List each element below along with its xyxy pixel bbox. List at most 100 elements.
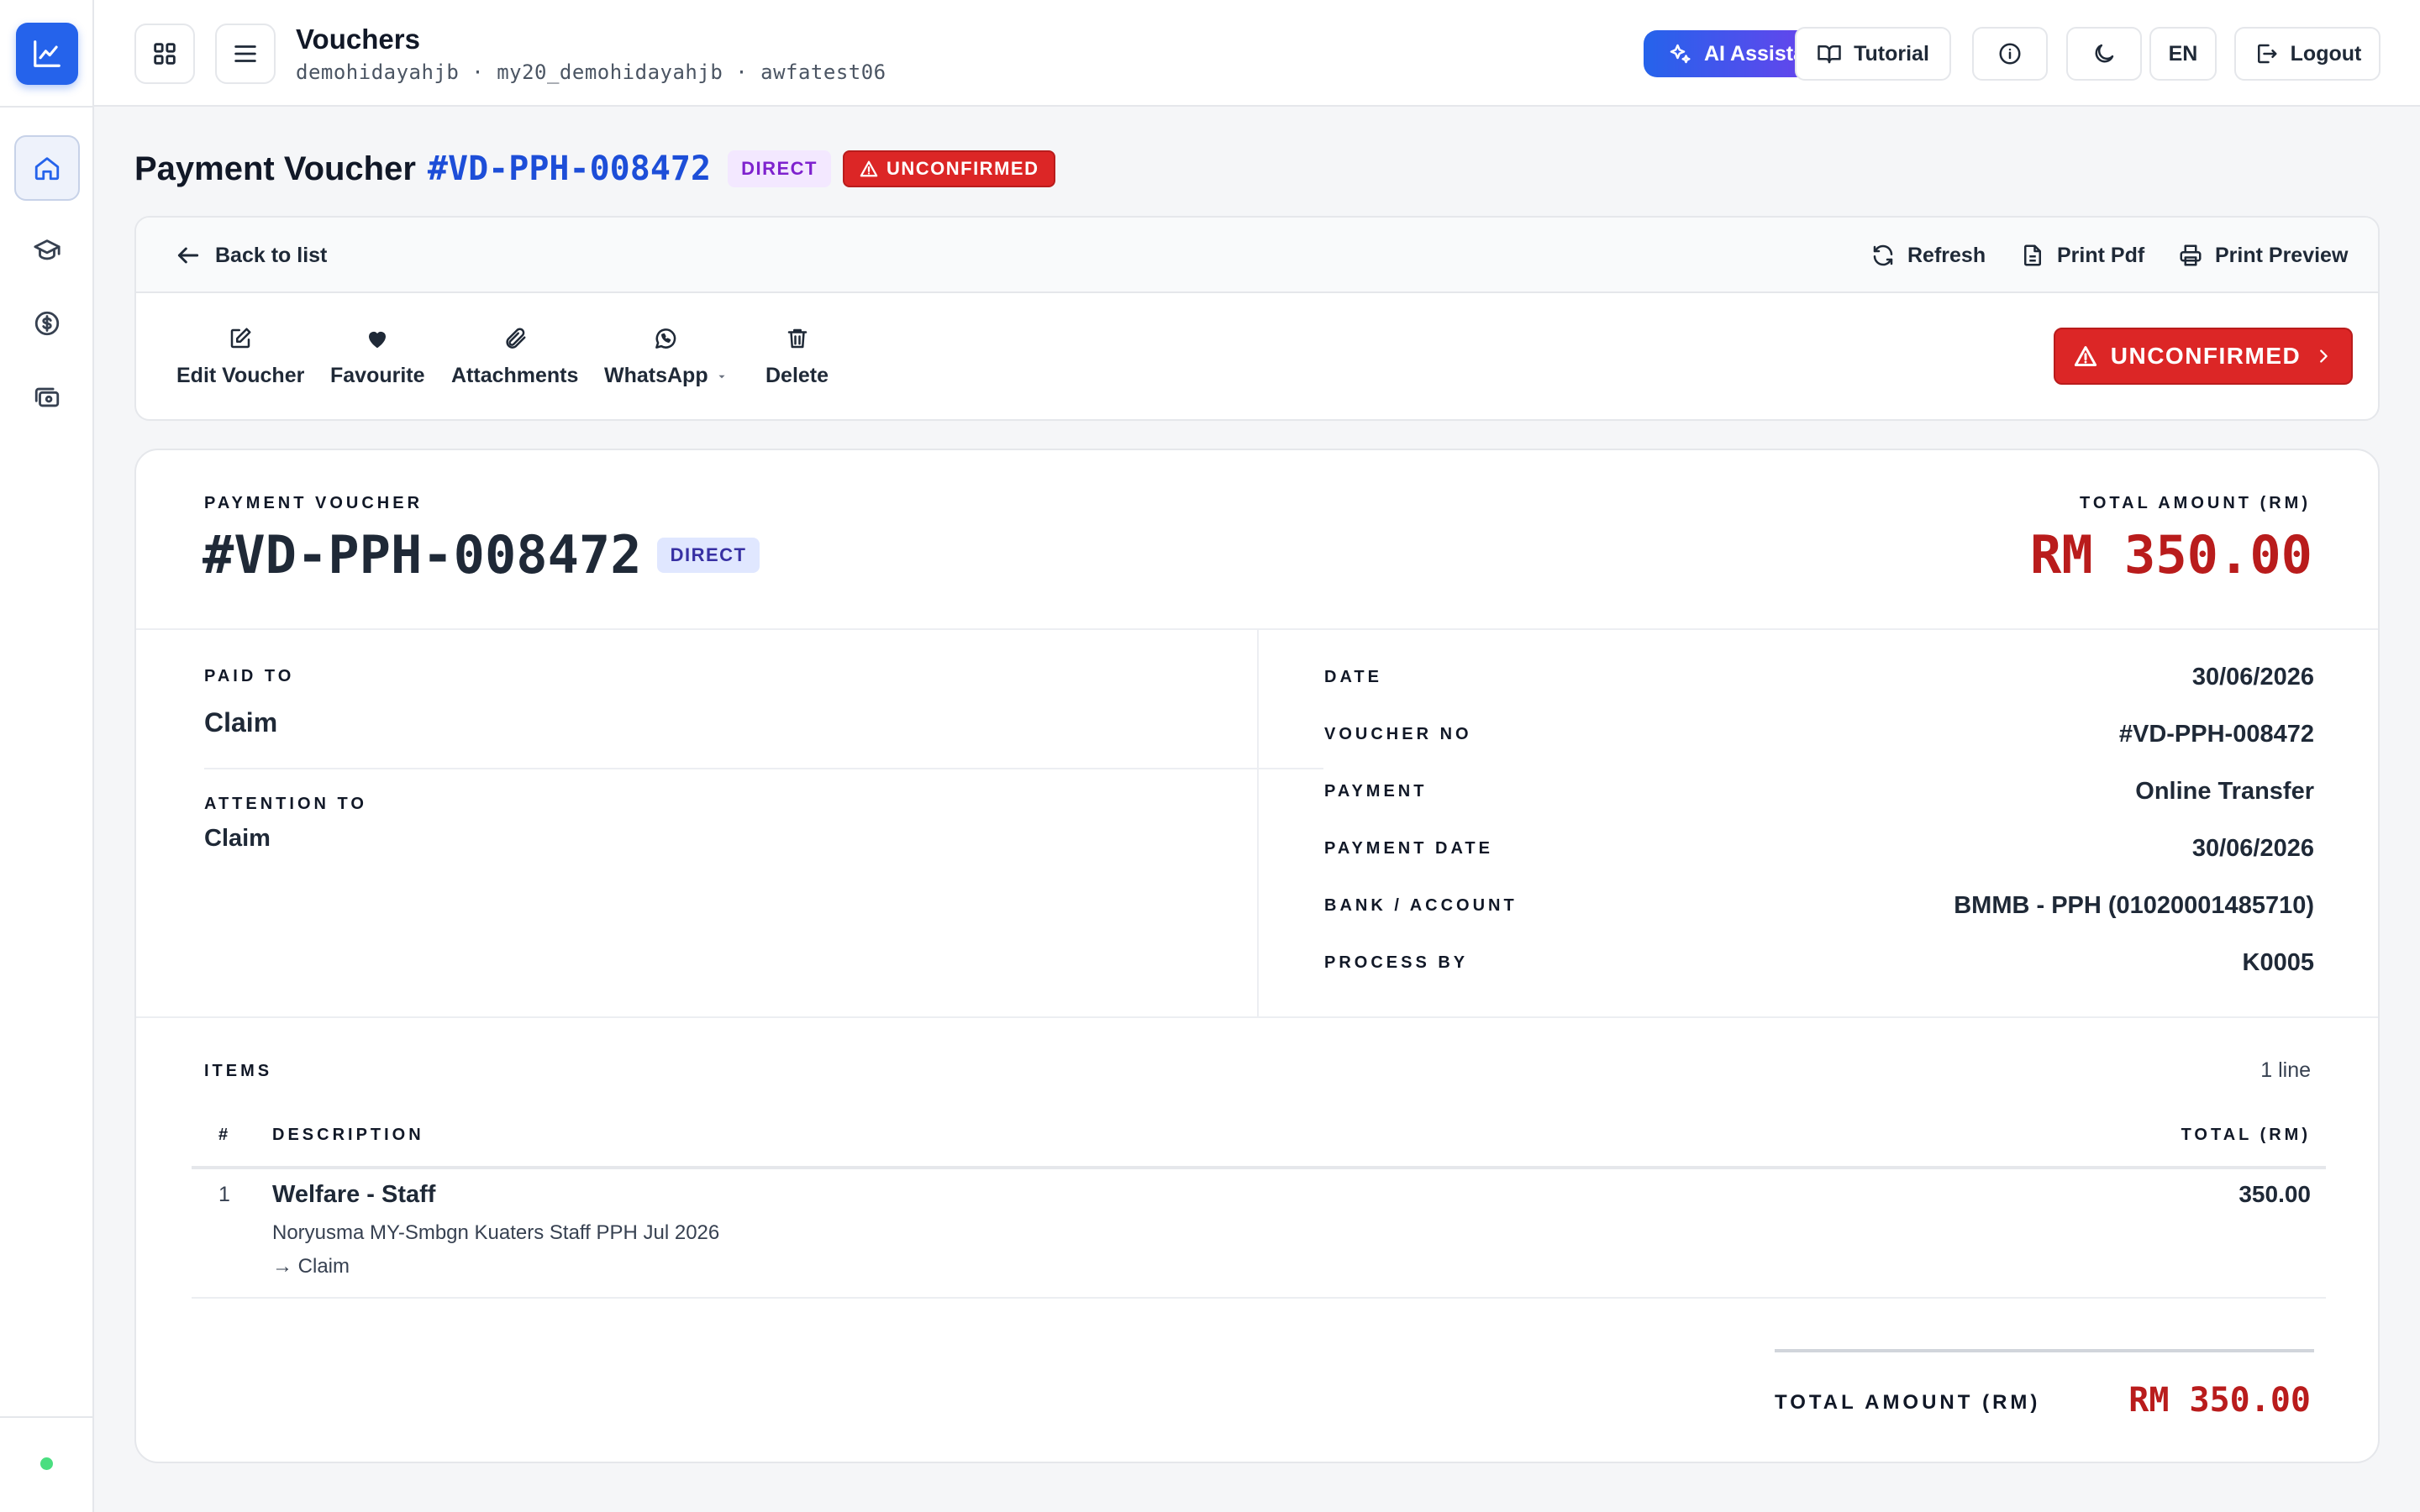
paid-to-value: Claim	[204, 707, 278, 738]
refresh-label: Refresh	[1907, 243, 1986, 267]
heart-icon	[369, 331, 387, 349]
logout-button[interactable]: Logout	[2234, 27, 2381, 81]
whatsapp-button[interactable]: WhatsApp	[604, 325, 727, 388]
whatsapp-label: WhatsApp	[604, 364, 708, 387]
page-title-voucher-id: #VD-PPH-008472	[427, 150, 712, 188]
sparkles-icon	[1670, 44, 1691, 64]
delete-button[interactable]: Delete	[765, 325, 829, 388]
details-divider	[136, 1016, 2378, 1018]
detail-value: 30/06/2026	[2191, 835, 2314, 862]
graduation-cap-icon	[34, 239, 60, 260]
summary-label: TOTAL AMOUNT (RM)	[1775, 1391, 2041, 1414]
row-title: Welfare - Staff	[272, 1181, 436, 1208]
status-action-button[interactable]: UNCONFIRMED	[2054, 328, 2353, 385]
status-badge-label: UNCONFIRMED	[886, 158, 1039, 179]
favourite-label: Favourite	[330, 364, 425, 387]
dark-mode-toggle[interactable]	[2066, 27, 2142, 81]
caret-down-icon	[718, 375, 725, 378]
edit-icon	[230, 328, 251, 349]
voucher-id: #VD-PPH-008472	[203, 524, 642, 585]
language-label: EN	[2168, 41, 2198, 66]
tutorial-label: Tutorial	[1854, 41, 1929, 66]
attention-to-label: ATTENTION TO	[204, 795, 367, 813]
detail-row-bank-account: BANK / ACCOUNT BMMB - PPH (0102000148571…	[1324, 892, 2314, 920]
detail-value: #VD-PPH-008472	[2118, 721, 2314, 748]
header-subtitle: demohidayahjb · my20_demohidayahjb · awf…	[296, 60, 886, 84]
detail-value: K0005	[2242, 949, 2314, 976]
edit-voucher-label: Edit Voucher	[176, 364, 305, 387]
attachments-button[interactable]: Attachments	[451, 325, 578, 388]
warning-triangle-icon	[2074, 346, 2096, 366]
favourite-button[interactable]: Favourite	[330, 325, 425, 388]
sidebar-item-education[interactable]	[14, 218, 80, 283]
info-button[interactable]	[1972, 27, 2048, 81]
row-total: 350.00	[2238, 1181, 2311, 1207]
paid-to-label: PAID TO	[204, 667, 295, 685]
print-preview-button[interactable]: Print Preview	[2178, 218, 2348, 293]
dollar-circle-icon	[34, 311, 60, 336]
printer-icon	[2180, 244, 2202, 266]
items-count: 1 line	[2260, 1058, 2311, 1082]
menu-toggle-button[interactable]	[215, 24, 276, 84]
book-open-icon	[1818, 45, 1841, 64]
sidebar-item-payments[interactable]	[14, 365, 80, 430]
voucher-card: PAYMENT VOUCHER #VD-PPH-008472 DIRECT TO…	[134, 449, 2380, 1463]
whatsapp-label-wrap: WhatsApp	[604, 364, 727, 388]
language-button[interactable]: EN	[2149, 27, 2217, 81]
total-amount-label: TOTAL AMOUNT (RM)	[2079, 494, 2311, 512]
cash-icon	[34, 387, 60, 407]
detail-row-date: DATE 30/06/2026	[1324, 664, 2314, 691]
attention-to-value: Claim	[204, 825, 271, 852]
warning-triangle-icon	[860, 160, 878, 177]
delete-label: Delete	[765, 364, 829, 387]
trash-icon	[787, 328, 807, 349]
print-pdf-label: Print Pdf	[2057, 243, 2145, 267]
sidebar-bottom-divider	[0, 1416, 94, 1418]
page-title: Payment Voucher #VD-PPH-008472 DIRECT UN…	[134, 150, 1056, 188]
items-label: ITEMS	[204, 1062, 273, 1080]
action-panel-toolbar: Back to list Refresh Print Pdf Print Pre…	[136, 218, 2378, 293]
info-icon	[1999, 43, 2021, 65]
detail-label: DATE	[1324, 668, 1382, 686]
chevron-right-icon	[2320, 349, 2328, 363]
print-preview-label: Print Preview	[2215, 243, 2349, 267]
column-header-number: #	[218, 1126, 232, 1144]
print-pdf-button[interactable]: Print Pdf	[2020, 218, 2144, 293]
row-number: 1	[218, 1183, 230, 1206]
refresh-icon	[1873, 244, 1893, 266]
voucher-type-badge: DIRECT	[656, 537, 760, 573]
sidebar-divider	[0, 106, 94, 108]
refresh-button[interactable]: Refresh	[1870, 218, 1986, 293]
edit-voucher-button[interactable]: Edit Voucher	[176, 325, 304, 388]
whatsapp-icon	[655, 328, 676, 349]
action-panel: Back to list Refresh Print Pdf Print Pre…	[134, 216, 2380, 421]
chart-line-icon	[34, 40, 60, 67]
type-badge: DIRECT	[728, 150, 831, 187]
paperclip-icon	[506, 328, 526, 349]
sidebar-item-home[interactable]	[14, 135, 80, 201]
detail-row-payment: PAYMENT Online Transfer	[1324, 778, 2314, 806]
voucher-type-label: PAYMENT VOUCHER	[204, 494, 424, 512]
summary-value: RM 350.00	[2128, 1381, 2311, 1420]
logout-icon	[2257, 44, 2277, 64]
status-badge: UNCONFIRMED	[842, 150, 1056, 187]
detail-row-process-by: PROCESS BY K0005	[1324, 949, 2314, 977]
status-action-label: UNCONFIRMED	[2110, 343, 2302, 369]
total-amount: RM 350.00	[2030, 524, 2312, 585]
home-icon	[34, 157, 60, 181]
sidebar-item-finance[interactable]	[14, 291, 80, 356]
detail-row-payment-date: PAYMENT DATE 30/06/2026	[1324, 835, 2314, 863]
table-header-divider	[192, 1166, 2326, 1169]
file-icon	[2024, 244, 2041, 266]
app-logo[interactable]	[16, 23, 78, 85]
apps-grid-button[interactable]	[134, 24, 195, 84]
detail-value: BMMB - PPH (01020001485710)	[1954, 892, 2314, 919]
online-status-dot	[40, 1457, 53, 1470]
row-note: → Claim	[272, 1255, 350, 1278]
detail-label: PROCESS BY	[1324, 953, 1469, 972]
back-to-list-link[interactable]: Back to list	[175, 218, 327, 293]
detail-row-voucher-no: VOUCHER NO #VD-PPH-008472	[1324, 721, 2314, 748]
top-bar: Vouchers demohidayahjb · my20_demohidaya…	[94, 0, 2420, 107]
tutorial-button[interactable]: Tutorial	[1795, 27, 1951, 81]
logout-label: Logout	[2290, 41, 2362, 66]
